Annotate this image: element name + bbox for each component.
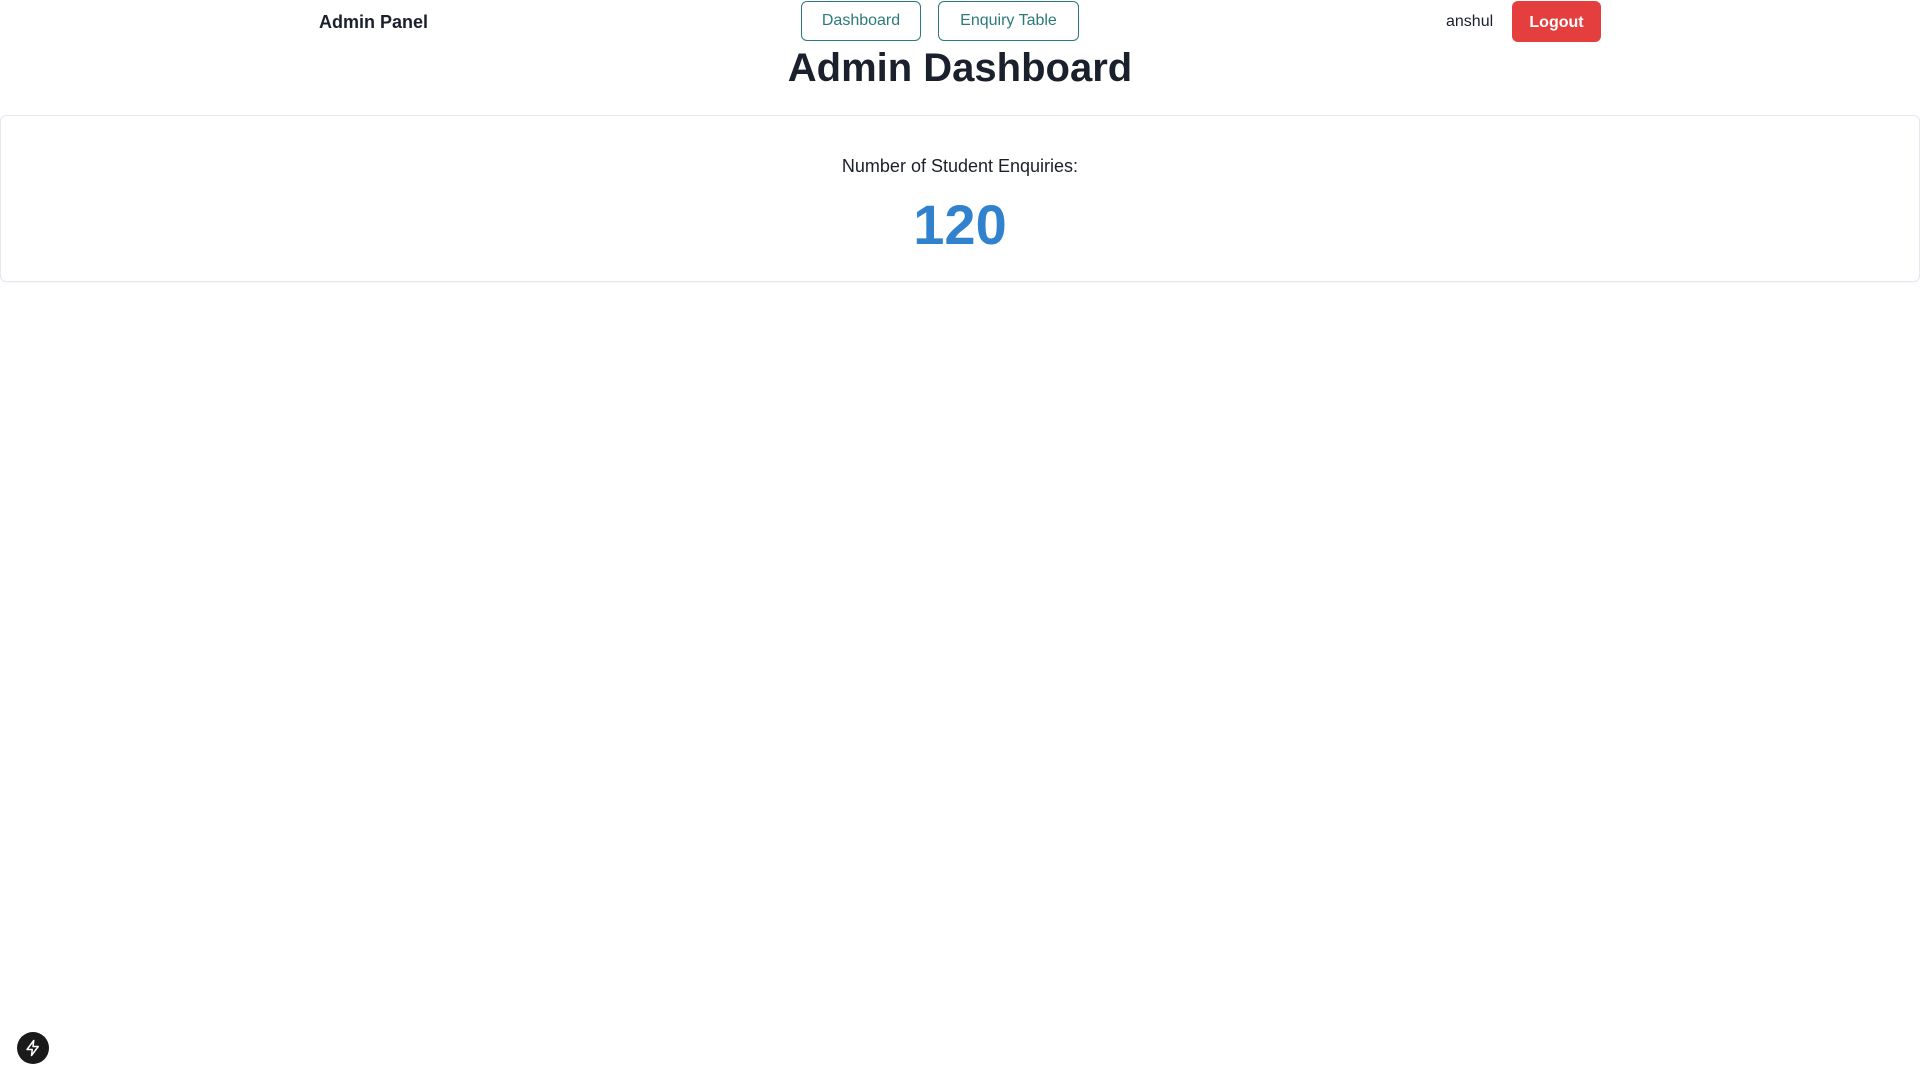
- lightning-bolt-glyph: [26, 1039, 39, 1057]
- username-label: anshul: [1446, 13, 1494, 30]
- page: Admin Panel Dashboard Enquiry Table ansh…: [0, 0, 1920, 1080]
- enquiry-stat-card: Number of Student Enquiries: 120: [0, 115, 1920, 282]
- logout-button[interactable]: Logout: [1512, 1, 1601, 42]
- stat-label: Number of Student Enquiries:: [841, 156, 1079, 176]
- brand-title: Admin Panel: [319, 12, 429, 32]
- enquiry-table-button[interactable]: Enquiry Table: [938, 1, 1079, 41]
- dashboard-button[interactable]: Dashboard: [801, 1, 921, 41]
- stat-value: 120: [913, 193, 1007, 256]
- page-title: Admin Dashboard: [787, 46, 1133, 90]
- lightning-bolt-icon[interactable]: [17, 1032, 49, 1064]
- top-navbar: Admin Panel Dashboard Enquiry Table ansh…: [0, 0, 1920, 44]
